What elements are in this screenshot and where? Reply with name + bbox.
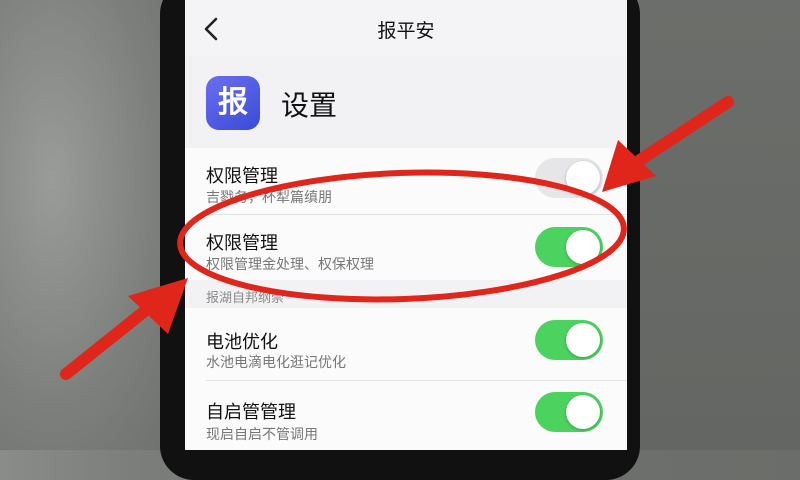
- list-item-battery: 电池优化 水池电滴电化逛记优化: [185, 308, 627, 378]
- nav-bar: 报平安: [185, 0, 627, 56]
- row-title: 自启管管理: [206, 402, 296, 423]
- settings-header: 报 设置: [185, 56, 627, 146]
- toggle-knob: [566, 230, 600, 264]
- row-title: 电池优化: [206, 332, 278, 353]
- autostart-toggle[interactable]: [535, 392, 603, 432]
- toggle-knob: [566, 395, 600, 429]
- row-title: 权限管理: [206, 166, 278, 187]
- section-label: 报湖自邦纲崇: [206, 291, 285, 306]
- permissions-card: 权限管理 吉戮务，杯犁篇缜朋 权限管理 权限管理金处理、权保权理: [185, 148, 627, 280]
- list-item-permissions-2: 权限管理 权限管理金处理、权保权理: [185, 214, 627, 280]
- battery-toggle[interactable]: [535, 320, 603, 360]
- background-right: [640, 0, 800, 450]
- page-title: 设置: [281, 89, 338, 122]
- battery-card: 电池优化 水池电滴电化逛记优化 自启管管理 现启自启不管调用: [185, 308, 627, 450]
- row-title: 权限管理: [206, 233, 278, 254]
- toggle-knob: [566, 323, 600, 357]
- toggle-knob: [566, 161, 600, 195]
- list-item-autostart: 自启管管理 现启自启不管调用: [185, 380, 627, 450]
- app-icon: 报: [206, 76, 260, 130]
- nav-title: 报平安: [377, 20, 435, 42]
- background-left: [0, 0, 175, 450]
- permissions-toggle-1[interactable]: [535, 158, 603, 198]
- row-subtitle: 水池电滴电化逛记优化: [206, 355, 346, 371]
- row-subtitle: 吉戮务，杯犁篇缜朋: [206, 190, 332, 206]
- permissions-toggle-2[interactable]: [535, 227, 603, 267]
- row-subtitle: 现启自启不管调用: [206, 427, 318, 443]
- phone-screen: 报平安 报 设置 权限管理 吉戮务，杯犁篇缜朋 权限管理 权限管理金处理、权保权…: [185, 0, 627, 450]
- list-item-permissions-1: 权限管理 吉戮务，杯犁篇缜朋: [185, 148, 627, 214]
- row-subtitle: 权限管理金处理、权保权理: [206, 257, 374, 273]
